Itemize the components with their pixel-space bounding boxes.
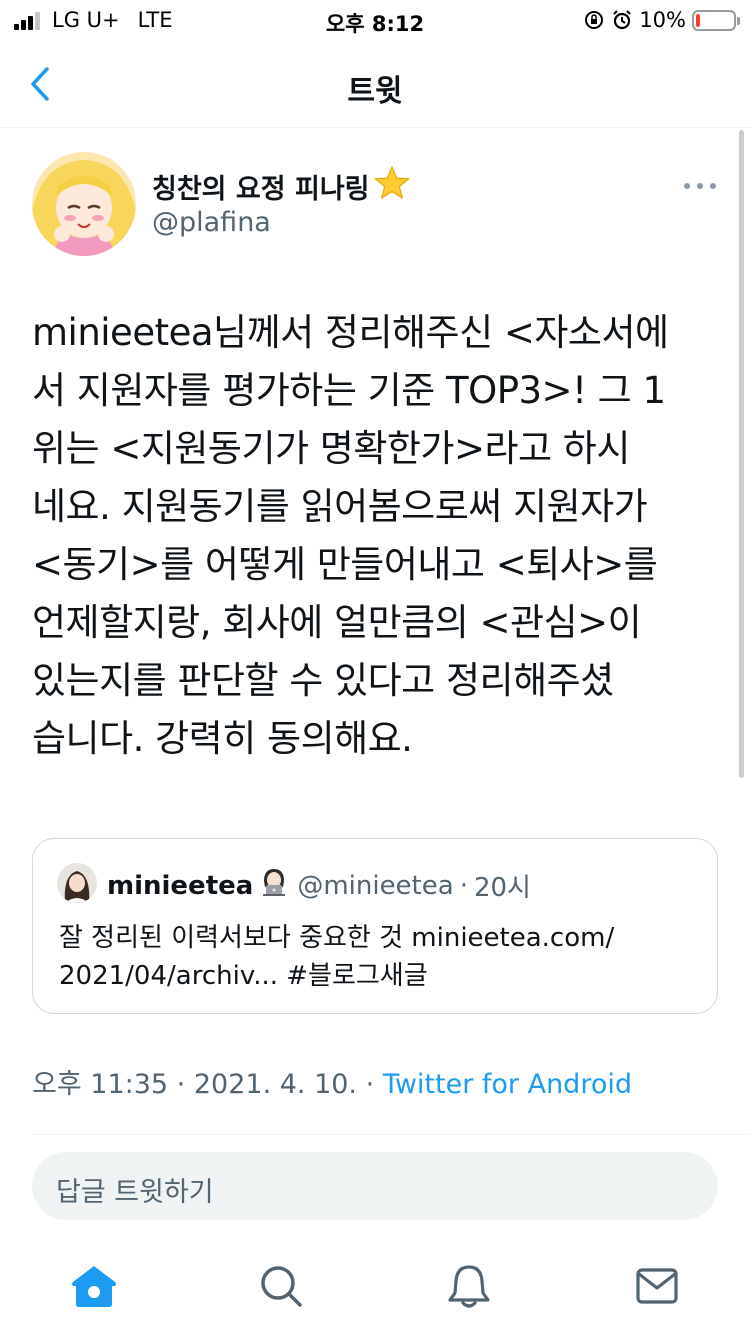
quoted-text: 잘 정리된 이력서보다 중요한 것 minieetea.com/ 2021/04… xyxy=(59,923,615,991)
quoted-separator: · xyxy=(459,870,468,901)
quoted-header: minieetea @minieetea · 20시 xyxy=(107,867,531,904)
quoted-avatar-image xyxy=(57,863,97,903)
meta-separator: · xyxy=(176,1069,186,1100)
avatar-image xyxy=(32,152,136,256)
author-handle[interactable]: @plafina xyxy=(152,207,271,238)
scrollbar[interactable] xyxy=(739,130,744,778)
search-icon xyxy=(261,1266,302,1307)
author-name-text: 칭찬의 요정 피나링 xyxy=(152,174,370,205)
quoted-time: 20시 xyxy=(473,873,531,903)
tweet-time: 오후 11:35 xyxy=(32,1069,169,1100)
notifications-icon xyxy=(448,1265,490,1308)
technologist-emoji-icon xyxy=(259,867,289,904)
messages-icon xyxy=(636,1268,678,1304)
battery-level xyxy=(696,13,700,27)
page-title: 트윗 xyxy=(347,74,403,109)
tab-home[interactable] xyxy=(70,1262,118,1310)
status-right: 10% xyxy=(583,8,740,32)
quoted-author-handle: @minieetea xyxy=(297,870,454,901)
home-icon xyxy=(72,1266,116,1307)
quoted-author-avatar xyxy=(57,863,97,903)
battery-icon xyxy=(692,9,740,31)
tab-messages[interactable] xyxy=(633,1262,681,1310)
quoted-author-name: minieetea xyxy=(107,870,254,901)
tab-bar xyxy=(0,1240,750,1334)
tab-notifications[interactable] xyxy=(445,1262,493,1310)
tweet-meta: 오후 11:35 · 2021. 4. 10. · Twitter for An… xyxy=(32,1062,632,1101)
tweet-source-link[interactable]: Twitter for Android xyxy=(383,1069,632,1100)
more-dot-icon xyxy=(697,183,703,189)
status-bar: LG U+ LTE 오후 8:12 10% xyxy=(0,0,750,42)
divider xyxy=(32,1134,750,1135)
more-dot-icon xyxy=(710,183,716,189)
nav-bar: 트윗 xyxy=(0,42,750,128)
tweet-text: minieetea님께서 정리해주신 <자소서에 서 지원자를 평가하는 기준 … xyxy=(32,311,669,760)
reply-input[interactable]: 답글 트윗하기 xyxy=(32,1152,718,1220)
battery-percent: 10% xyxy=(639,8,686,32)
author-avatar[interactable] xyxy=(32,152,136,256)
author-name[interactable]: 칭찬의 요정 피나링 xyxy=(152,165,410,207)
reply-placeholder: 답글 트윗하기 xyxy=(56,1177,214,1208)
star-emoji-icon xyxy=(373,165,410,207)
meta-separator: · xyxy=(365,1069,375,1100)
more-dot-icon xyxy=(684,183,690,189)
tweet-date: 2021. 4. 10. xyxy=(193,1069,358,1100)
alarm-icon xyxy=(613,10,632,30)
tab-search[interactable] xyxy=(257,1262,305,1310)
quoted-tweet-card[interactable]: minieetea @minieetea · 20시 잘 정리된 이력서보다 중… xyxy=(32,838,718,1014)
more-options-button[interactable] xyxy=(684,174,716,198)
orientation-lock-icon xyxy=(585,11,604,29)
